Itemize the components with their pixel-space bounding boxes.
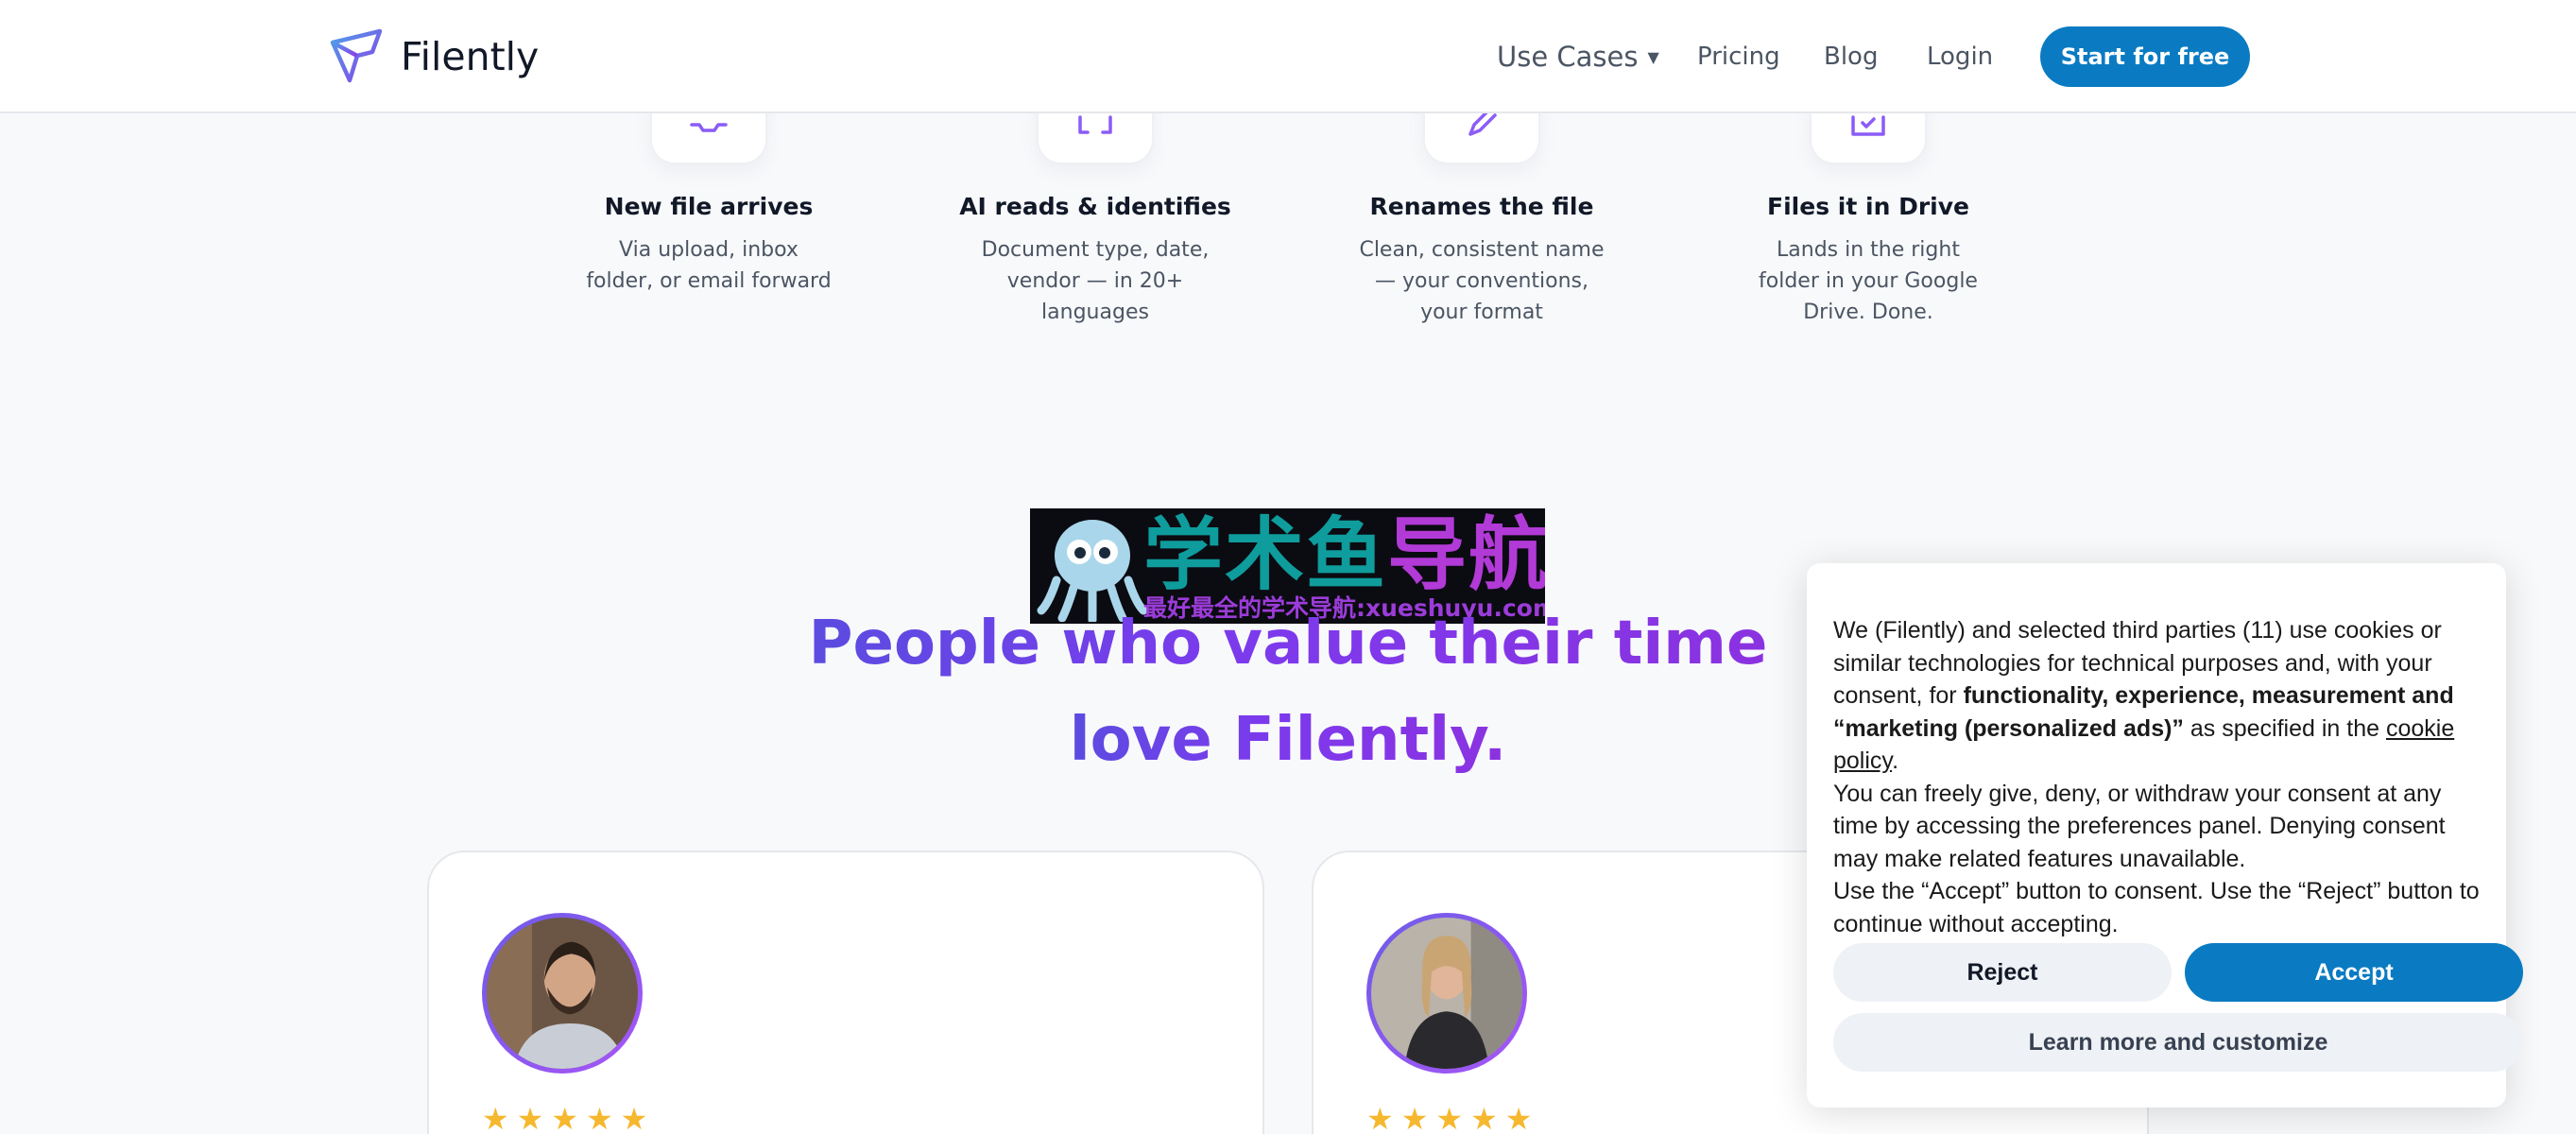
- nav-use-cases-label: Use Cases: [1497, 41, 1639, 73]
- step-title: Renames the file: [1369, 193, 1594, 220]
- star-icon: ★: [620, 1101, 648, 1134]
- cookie-paragraph-2: You can freely give, deny, or withdraw y…: [1833, 780, 2446, 872]
- accept-button[interactable]: Accept: [2185, 943, 2523, 1002]
- nav-blog[interactable]: Blog: [1824, 26, 1878, 87]
- nav-use-cases[interactable]: Use Cases ▼: [1497, 26, 1659, 87]
- star-rating: ★ ★ ★ ★ ★: [1366, 1102, 1532, 1134]
- logo[interactable]: Filently: [329, 26, 539, 87]
- star-icon: ★: [1366, 1101, 1394, 1134]
- cookie-text-part: .: [1892, 747, 1899, 774]
- nav-login[interactable]: Login: [1927, 26, 1993, 87]
- logo-text: Filently: [401, 34, 540, 79]
- star-icon: ★: [1400, 1101, 1429, 1134]
- banner-title-teal: 学术鱼: [1143, 508, 1388, 601]
- start-for-free-button[interactable]: Start for free: [2040, 26, 2250, 87]
- woman-portrait-icon: [1371, 918, 1522, 1069]
- cookie-text-part: as specified in the: [2183, 714, 2386, 742]
- avatar: [482, 913, 643, 1074]
- cookie-paragraph-1: We (Filently) and selected third parties…: [1833, 614, 2485, 778]
- step-title: New file arrives: [604, 193, 814, 220]
- star-icon: ★: [516, 1101, 544, 1134]
- star-icon: ★: [1504, 1101, 1533, 1134]
- cookie-consent-dialog: We (Filently) and selected third parties…: [1807, 563, 2523, 1108]
- avatar: [1366, 913, 1527, 1074]
- learn-more-customize-button[interactable]: Learn more and customize: [1833, 1013, 2523, 1072]
- nav-pricing[interactable]: Pricing: [1697, 26, 1780, 87]
- star-icon: ★: [482, 1101, 509, 1134]
- star-icon: ★: [1435, 1101, 1464, 1134]
- headline-line-1: People who value their time: [808, 609, 1768, 679]
- banner-title: 学术鱼导航: [1143, 512, 1545, 597]
- cookie-consent-text: We (Filently) and selected third parties…: [1833, 614, 2485, 940]
- star-rating: ★ ★ ★ ★ ★: [482, 1102, 647, 1134]
- step-description: Clean, consistent name — your convention…: [1359, 238, 1605, 324]
- testimonial-card: ★ ★ ★ ★ ★: [427, 850, 1264, 1134]
- step-title: Files it in Drive: [1767, 193, 1969, 220]
- man-portrait-icon: [487, 918, 638, 1069]
- step-title: AI reads & identifies: [959, 193, 1231, 220]
- reject-button[interactable]: Reject: [1833, 943, 2172, 1002]
- headline-line-2: love Filently.: [1069, 705, 1507, 775]
- star-icon: ★: [586, 1101, 613, 1134]
- site-header: Filently Use Cases ▼ Pricing Blog Login …: [0, 0, 2576, 113]
- star-icon: ★: [551, 1101, 579, 1134]
- step-description: Lands in the right folder in your Google…: [1759, 238, 1978, 324]
- banner-title-purple: 导航: [1387, 508, 1545, 601]
- step-description: Document type, date, vendor — in 20+ lan…: [981, 238, 1210, 324]
- chevron-down-icon: ▼: [1647, 47, 1659, 66]
- cookie-paragraph-3: Use the “Accept” button to consent. Use …: [1833, 878, 2480, 937]
- filently-logo-icon: [330, 28, 383, 83]
- step-description: Via upload, inbox folder, or email forwa…: [586, 238, 832, 293]
- star-icon: ★: [1470, 1101, 1498, 1134]
